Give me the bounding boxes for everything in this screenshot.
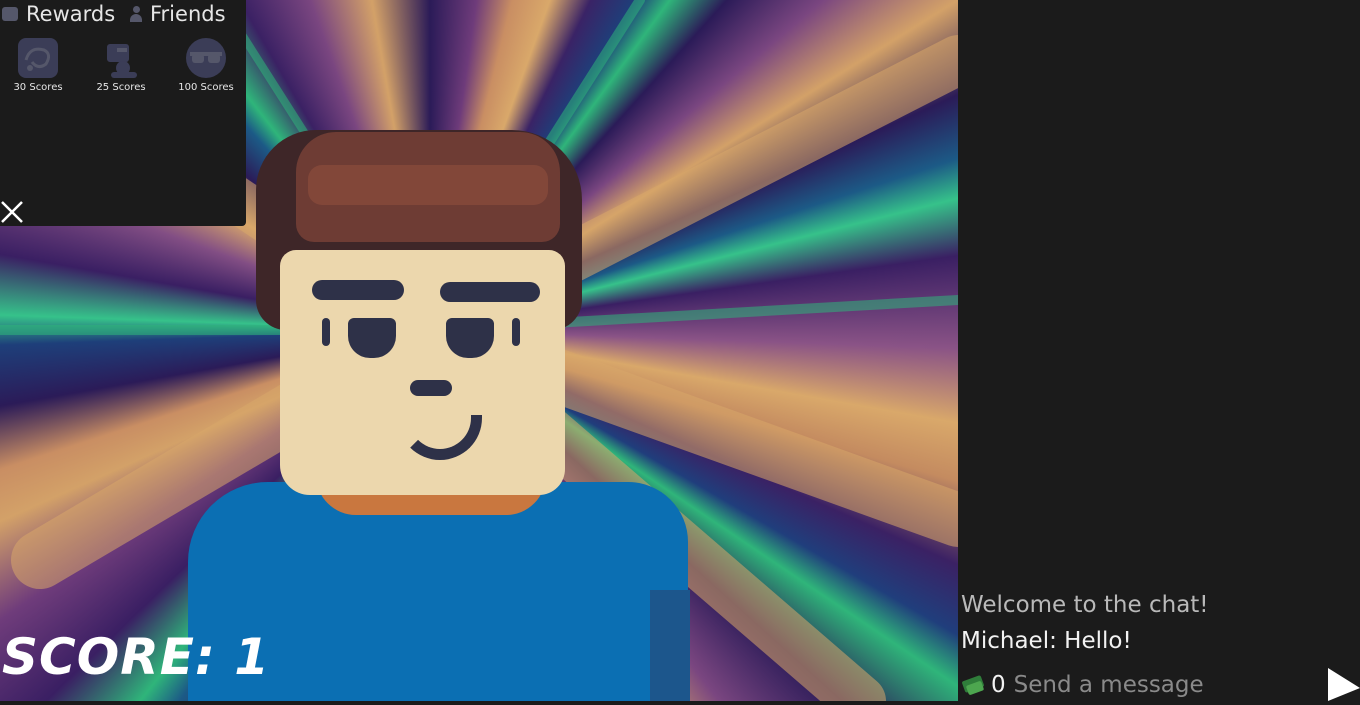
character-left-lash	[322, 318, 330, 346]
reward-item[interactable]: 100 Scores	[166, 38, 246, 93]
reward-label: 100 Scores	[178, 82, 234, 93]
score-display: SCORE: 1	[2, 628, 271, 686]
character-right-lash	[512, 318, 520, 346]
cash-icon	[961, 674, 987, 696]
tab-friends[interactable]: Friends	[130, 2, 226, 26]
chat-panel: Welcome to the chat! Michael: Hello! 0	[958, 0, 1360, 701]
tab-rewards-label: Rewards	[26, 2, 116, 26]
character-nose	[410, 380, 452, 396]
character-right-eye	[446, 318, 494, 358]
chat-message-input[interactable]	[1013, 672, 1360, 698]
character-right-eyebrow	[440, 282, 540, 302]
send-arrow-icon[interactable]	[1326, 664, 1360, 701]
cash-count: 0	[991, 672, 1006, 698]
character-hair-highlight	[308, 165, 548, 205]
tab-friends-label: Friends	[150, 2, 226, 26]
reward-label: 25 Scores	[96, 82, 146, 93]
chat-message-system: Welcome to the chat!	[961, 592, 1209, 618]
close-icon[interactable]	[0, 200, 24, 224]
reward-label: 30 Scores	[13, 82, 63, 93]
character-left-eye	[348, 318, 396, 358]
person-icon	[130, 6, 142, 22]
swirl-badge-icon	[18, 38, 58, 78]
sunglasses-badge-icon	[186, 38, 226, 78]
reward-item[interactable]: 25 Scores	[81, 38, 161, 93]
character-left-eyebrow	[312, 280, 404, 300]
chat-input-row: 0	[961, 669, 1360, 701]
chat-message-user: Michael: Hello!	[961, 628, 1132, 654]
character-shirt-shadow	[650, 590, 690, 701]
reward-item[interactable]: 30 Scores	[0, 38, 78, 93]
rewards-panel: Rewards Friends 30 Scores 25 Scores 100 …	[0, 0, 246, 226]
chest-icon	[2, 7, 18, 21]
hat-badge-icon	[101, 38, 141, 78]
tab-rewards[interactable]: Rewards	[2, 2, 115, 26]
